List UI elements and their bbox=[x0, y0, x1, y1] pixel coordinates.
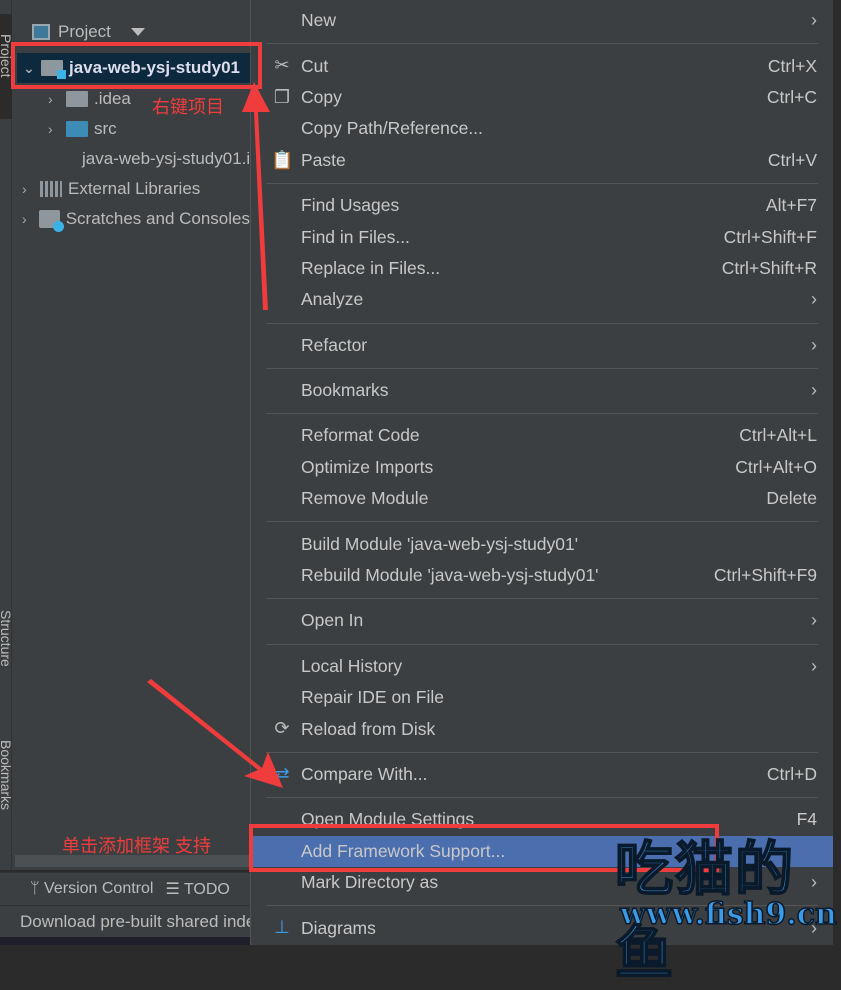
arrow-down bbox=[147, 679, 283, 788]
annotation-arrows bbox=[147, 82, 283, 788]
watermark-url: www.fish9.cn bbox=[619, 896, 837, 933]
arrow-up bbox=[242, 82, 270, 310]
